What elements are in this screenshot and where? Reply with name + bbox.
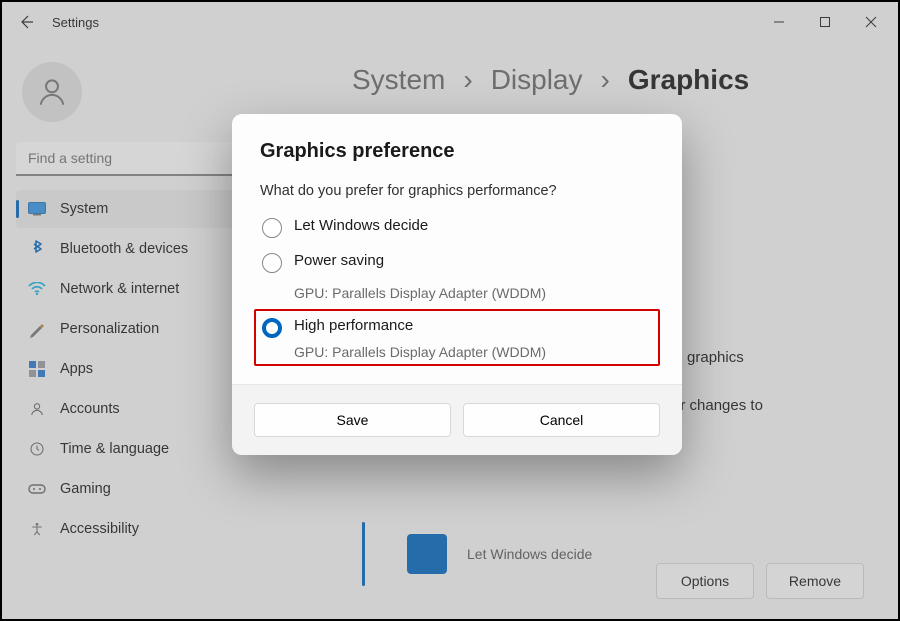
radio-sublabel: GPU: Parallels Display Adapter (WDDM)	[294, 344, 652, 360]
radio-label: Power saving	[294, 252, 384, 269]
dialog-title: Graphics preference	[260, 140, 654, 163]
highlight-box: High performance GPU: Parallels Display …	[254, 309, 660, 366]
settings-window: Settings System Bluetooth & devices	[0, 0, 900, 621]
radio-label: Let Windows decide	[294, 217, 428, 234]
radio-sublabel: GPU: Parallels Display Adapter (WDDM)	[294, 285, 654, 301]
cancel-button[interactable]: Cancel	[463, 403, 660, 437]
radio-option-power-saving[interactable]: Power saving	[260, 250, 654, 275]
radio-option-high-performance[interactable]: High performance	[260, 315, 652, 340]
radio-option-let-windows-decide[interactable]: Let Windows decide	[260, 215, 654, 240]
radio-icon	[262, 253, 282, 273]
dialog-footer: Save Cancel	[232, 384, 682, 455]
graphics-preference-dialog: Graphics preference What do you prefer f…	[232, 114, 682, 455]
radio-label: High performance	[294, 317, 413, 334]
dialog-question: What do you prefer for graphics performa…	[260, 183, 654, 199]
radio-icon	[262, 318, 282, 338]
save-button[interactable]: Save	[254, 403, 451, 437]
radio-icon	[262, 218, 282, 238]
